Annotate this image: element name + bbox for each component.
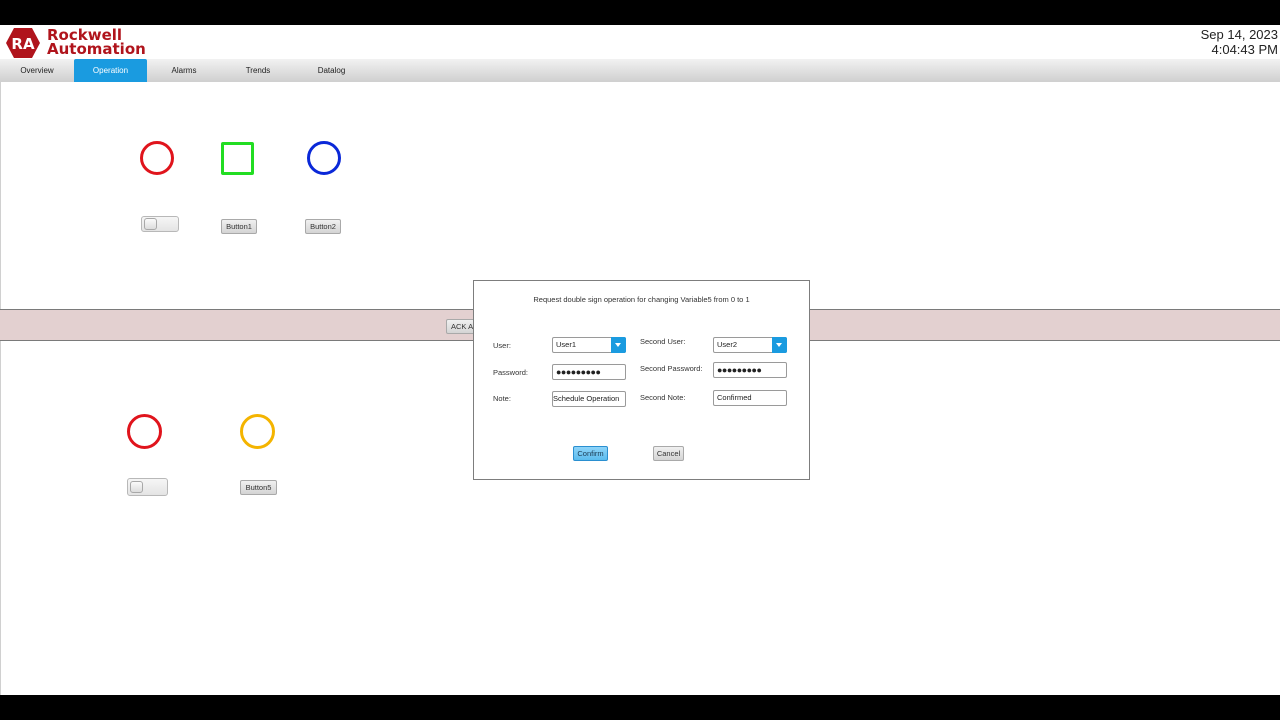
user-value: User1 bbox=[556, 340, 577, 349]
password-field[interactable]: ●●●●●●●●● bbox=[552, 364, 626, 380]
second-user-combobox[interactable]: User2 bbox=[713, 337, 787, 353]
button1[interactable]: Button1 bbox=[221, 219, 257, 234]
indicator-blue-circle bbox=[307, 141, 341, 175]
second-password-field[interactable]: ●●●●●●●●● bbox=[713, 362, 787, 378]
toggle-knob bbox=[130, 481, 143, 493]
hmi-screen: RA Rockwell Automation Sep 14, 2023 4:04… bbox=[0, 25, 1280, 695]
tab-datalog[interactable]: Datalog bbox=[295, 59, 368, 82]
tab-operation[interactable]: Operation bbox=[74, 59, 147, 82]
rockwell-logo: RA Rockwell Automation bbox=[4, 27, 154, 59]
toggle-switch-bottom[interactable] bbox=[127, 478, 168, 496]
tab-overview[interactable]: Overview bbox=[0, 59, 74, 82]
toggle-knob bbox=[144, 218, 157, 230]
confirm-button[interactable]: Confirm bbox=[573, 446, 608, 461]
chevron-down-icon[interactable] bbox=[611, 337, 626, 353]
tab-alarms[interactable]: Alarms bbox=[147, 59, 221, 82]
tab-bar: Overview Operation Alarms Trends Datalog bbox=[0, 59, 1280, 83]
indicator-red-circle-bottom bbox=[127, 414, 162, 449]
indicator-red-circle-top bbox=[140, 141, 174, 175]
cancel-button[interactable]: Cancel bbox=[653, 446, 684, 461]
tab-trends[interactable]: Trends bbox=[221, 59, 295, 82]
second-user-value: User2 bbox=[717, 340, 738, 349]
button2[interactable]: Button2 bbox=[305, 219, 341, 234]
password-label: Password: bbox=[493, 368, 529, 377]
time-text: 4:04:43 PM bbox=[1211, 42, 1279, 57]
second-password-label: Second Password: bbox=[640, 364, 703, 373]
second-note-field[interactable]: Confirmed bbox=[713, 390, 787, 406]
chevron-down-icon[interactable] bbox=[772, 337, 787, 353]
dialog-title: Request double sign operation for changi… bbox=[533, 295, 750, 304]
indicator-yellow-circle bbox=[240, 414, 275, 449]
second-note-label: Second Note: bbox=[640, 393, 686, 402]
header-bar: RA Rockwell Automation Sep 14, 2023 4:04… bbox=[0, 25, 1280, 59]
note-field[interactable]: Schedule Operation bbox=[552, 391, 626, 407]
indicator-green-square bbox=[221, 142, 254, 175]
user-combobox[interactable]: User1 bbox=[552, 337, 626, 353]
button5[interactable]: Button5 bbox=[240, 480, 277, 495]
toggle-switch-top[interactable] bbox=[141, 216, 179, 232]
ra-badge-icon: RA bbox=[6, 28, 40, 58]
note-label: Note: bbox=[493, 394, 511, 403]
date-text: Sep 14, 2023 bbox=[1200, 27, 1278, 42]
canvas-left-border bbox=[0, 82, 1, 695]
user-label: User: bbox=[493, 341, 511, 350]
datetime-display: Sep 14, 2023 4:04:43 PM bbox=[1201, 27, 1278, 57]
ra-badge-text: RA bbox=[11, 35, 35, 53]
second-user-label: Second User: bbox=[640, 337, 686, 346]
brand-line-2: Automation bbox=[47, 40, 146, 58]
double-sign-dialog: Request double sign operation for changi… bbox=[473, 280, 810, 480]
